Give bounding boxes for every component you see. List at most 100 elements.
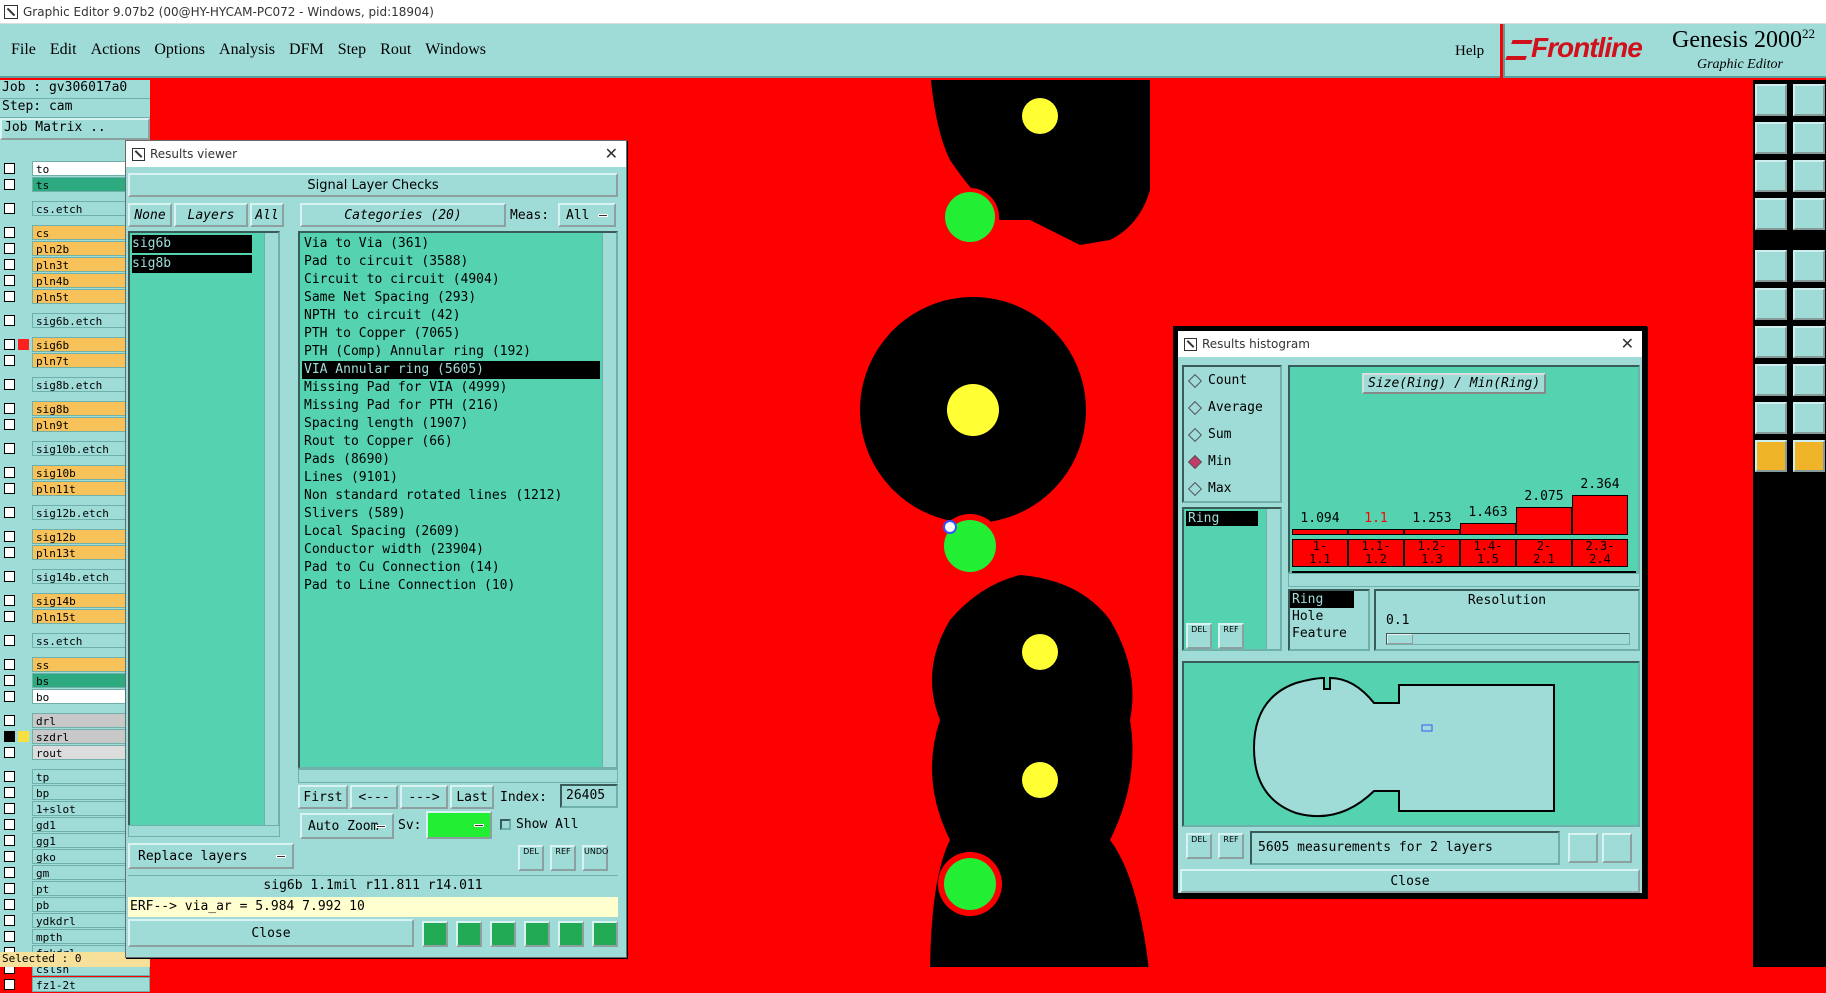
layer-row-fz1-2t[interactable]: fz1-2t <box>0 976 150 992</box>
histogram-range-label[interactable]: 2- 2.1 <box>1516 539 1572 567</box>
tool-button[interactable] <box>1793 326 1825 358</box>
layer-checkbox[interactable] <box>4 570 15 582</box>
last-button[interactable]: Last <box>450 785 494 809</box>
layer-checkbox[interactable] <box>4 658 15 670</box>
menu-edit[interactable]: Edit <box>50 41 77 59</box>
category-list-item[interactable]: Rout to Copper (66) <box>302 433 614 451</box>
layers-hscrollbar[interactable] <box>128 825 280 837</box>
meas-dropdown[interactable]: All <box>558 203 616 227</box>
replace-layers-dropdown[interactable]: Replace layers <box>128 843 294 869</box>
layer-checkbox[interactable] <box>4 674 15 686</box>
index-input[interactable]: 26405 <box>560 784 618 808</box>
attribute-list-item[interactable]: Hole <box>1290 608 1368 625</box>
histogram-range-label[interactable]: 1.1- 1.2 <box>1348 539 1404 567</box>
layer-checkbox[interactable] <box>4 930 15 942</box>
category-list-item[interactable]: Pads (8690) <box>302 451 614 469</box>
import-icon[interactable] <box>1602 833 1632 863</box>
mode-radio-average[interactable]: Average <box>1184 394 1280 421</box>
tool-button[interactable] <box>1755 364 1787 396</box>
layer-checkbox[interactable] <box>4 226 15 238</box>
histogram-icon[interactable] <box>592 921 618 947</box>
category-list-item[interactable]: Non standard rotated lines (1212) <box>302 487 614 505</box>
layer-checkbox[interactable] <box>4 914 15 926</box>
tool-icon[interactable] <box>558 921 584 947</box>
layer-checkbox[interactable] <box>4 802 15 814</box>
attribute-list-item[interactable]: Feature <box>1290 625 1368 642</box>
layer-checkbox[interactable] <box>4 418 15 430</box>
tool-button[interactable] <box>1755 250 1787 282</box>
category-list-item[interactable]: Same Net Spacing (293) <box>302 289 614 307</box>
categories-listbox[interactable]: Via to Via (361) Pad to circuit (3588) Cir… <box>298 231 618 769</box>
zoom-fit-button[interactable] <box>1755 160 1787 192</box>
layer-checkbox[interactable] <box>4 482 15 494</box>
layer-checkbox[interactable] <box>4 466 15 478</box>
histogram-range-label[interactable]: 1.4- 1.5 <box>1460 539 1516 567</box>
category-list-item[interactable]: Lines (9101) <box>302 469 614 487</box>
sv-color-dropdown[interactable] <box>426 811 492 839</box>
mode-radio-max[interactable]: Max <box>1184 475 1280 502</box>
category-list-item[interactable]: Spacing length (1907) <box>302 415 614 433</box>
layer-checkbox[interactable] <box>4 530 15 542</box>
layer-checkbox[interactable] <box>4 178 15 190</box>
histogram-bar[interactable] <box>1516 507 1572 535</box>
category-list-item[interactable]: PTH to Copper (7065) <box>302 325 614 343</box>
menu-step[interactable]: Step <box>338 41 366 59</box>
layer-checkbox[interactable] <box>4 746 15 758</box>
tool-button[interactable] <box>1793 160 1825 192</box>
select-cursor-button[interactable] <box>1755 440 1787 472</box>
layer-checkbox[interactable] <box>4 714 15 726</box>
layer-checkbox[interactable] <box>4 634 15 646</box>
histogram-bar[interactable] <box>1572 495 1628 535</box>
del-button[interactable]: DEL <box>1186 833 1212 859</box>
undo-button[interactable]: UNDO <box>582 845 608 871</box>
attr-scrollbar[interactable] <box>1266 509 1280 649</box>
tool-button[interactable] <box>1793 364 1825 396</box>
menu-analysis[interactable]: Analysis <box>219 41 275 59</box>
show-all-checkbox[interactable] <box>500 819 511 830</box>
layer-list-item[interactable]: sig8b <box>132 255 252 273</box>
category-list-item[interactable]: VIA Annular ring (5605) <box>302 361 600 379</box>
layer-checkbox[interactable] <box>4 786 15 798</box>
auto-zoom-dropdown[interactable]: Auto Zoom <box>300 813 394 839</box>
next-button[interactable]: ---> <box>400 785 448 809</box>
histogram-range-label[interactable]: 1- 1.1 <box>1292 539 1348 567</box>
layer-checkbox[interactable] <box>4 402 15 414</box>
layer-checkbox[interactable] <box>4 730 15 742</box>
menu-file[interactable]: File <box>11 41 36 59</box>
layer-checkbox[interactable] <box>4 546 15 558</box>
histogram-close-button[interactable]: Close <box>1180 869 1640 893</box>
previous-button[interactable]: <--- <box>350 785 398 809</box>
category-list-item[interactable]: Pad to Line Connection (10) <box>302 577 614 595</box>
attribute-list-item[interactable]: Ring <box>1290 591 1354 608</box>
categories-scrollbar[interactable] <box>602 233 616 767</box>
menu-windows[interactable]: Windows <box>425 41 486 59</box>
tool-icon[interactable] <box>524 921 550 947</box>
layer-checkbox[interactable] <box>4 594 15 606</box>
close-icon[interactable]: ✕ <box>605 144 618 163</box>
tool-button[interactable] <box>1793 250 1825 282</box>
tool-button[interactable] <box>1755 122 1787 154</box>
del-button[interactable]: DEL <box>518 845 544 871</box>
layer-checkbox[interactable] <box>4 354 15 366</box>
close-button[interactable]: Close <box>128 919 414 947</box>
tool-icon[interactable] <box>490 921 516 947</box>
layer-checkbox[interactable] <box>4 978 15 990</box>
mode-radio-count[interactable]: Count <box>1184 367 1280 394</box>
tool-button[interactable] <box>1755 402 1787 434</box>
tool-icon[interactable] <box>422 921 448 947</box>
close-icon[interactable]: ✕ <box>1621 334 1634 353</box>
layer-list-item[interactable]: sig6b <box>132 235 252 253</box>
layers-listbox[interactable]: sig6b sig8b <box>128 231 280 835</box>
category-list-item[interactable]: Missing Pad for PTH (216) <box>302 397 614 415</box>
layer-checkbox[interactable] <box>4 610 15 622</box>
job-matrix-button[interactable]: Job Matrix .. <box>0 118 150 140</box>
category-list-item[interactable]: PTH (Comp) Annular ring (192) <box>302 343 614 361</box>
tool-button[interactable] <box>1755 198 1787 230</box>
ref-button[interactable]: REF <box>1218 833 1244 859</box>
histogram-range-label[interactable]: 2.3- 2.4 <box>1572 539 1628 567</box>
signal-layer-checks-header[interactable]: Signal Layer Checks <box>128 173 618 197</box>
layers-scrollbar[interactable] <box>264 233 278 833</box>
layer-checkbox[interactable] <box>4 290 15 302</box>
resolution-slider[interactable] <box>1386 633 1630 645</box>
menu-rout[interactable]: Rout <box>380 41 411 59</box>
